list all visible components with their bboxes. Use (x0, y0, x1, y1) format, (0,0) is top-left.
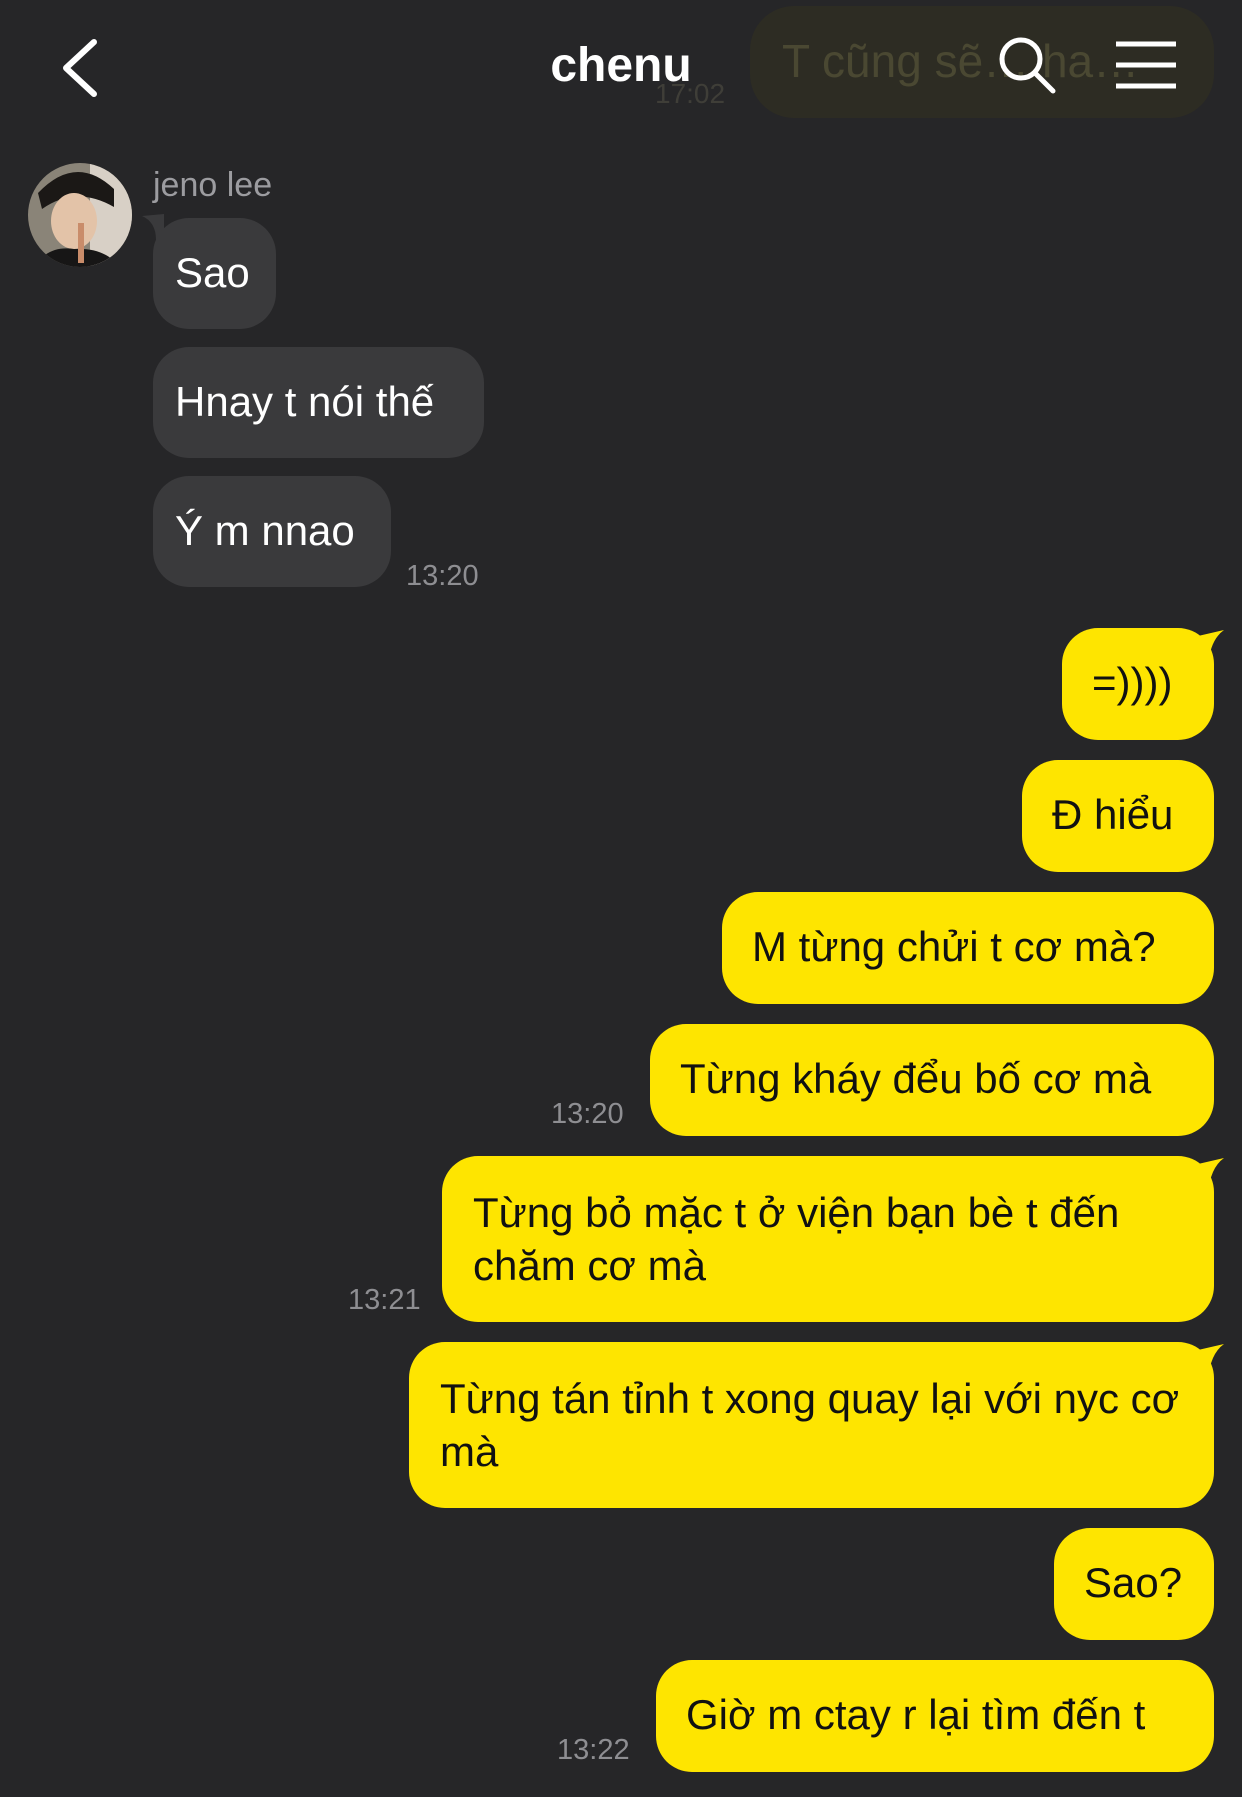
message-bubble-outgoing[interactable]: Giờ m ctay r lại tìm đến t (656, 1660, 1214, 1772)
message-bubble-outgoing[interactable]: Từng bỏ mặc t ở viện bạn bè t đến chăm c… (442, 1156, 1214, 1322)
message-bubble-outgoing[interactable]: Từng tán tỉnh t xong quay lại với nyc cơ… (409, 1342, 1214, 1508)
message-text: Từng tán tỉnh t xong quay lại với nyc cơ… (440, 1375, 1180, 1475)
message-text: Ý m nnao (175, 507, 355, 554)
message-bubble-outgoing[interactable]: Từng kháy đểu bố cơ mà (650, 1024, 1214, 1136)
message-text: Giờ m ctay r lại tìm đến t (686, 1691, 1146, 1738)
message-text: Sao (175, 249, 250, 296)
message-bubble-outgoing[interactable]: Đ hiểu (1022, 760, 1214, 872)
message-text: =)))) (1092, 659, 1173, 706)
message-timestamp: 13:21 (348, 1284, 421, 1316)
message-text: Sao? (1084, 1559, 1183, 1606)
message-bubble-incoming[interactable]: Sao (153, 218, 276, 329)
sender-name: jeno lee (153, 166, 273, 204)
message-bubble-outgoing[interactable]: Sao? (1054, 1528, 1214, 1640)
message-bubble-incoming[interactable]: Hnay t nói thế (153, 347, 484, 458)
message-bubble-outgoing[interactable]: =)))) (1062, 628, 1214, 740)
message-bubble-incoming[interactable]: Ý m nnao (153, 476, 391, 587)
avatar[interactable] (28, 163, 132, 267)
message-timestamp: 13:20 (551, 1098, 624, 1130)
message-timestamp: 13:20 (406, 560, 479, 592)
message-text: Đ hiểu (1052, 791, 1174, 838)
message-bubble-outgoing[interactable]: M từng chửi t cơ mà? (722, 892, 1214, 1004)
message-text: M từng chửi t cơ mà? (752, 923, 1156, 970)
message-text: Từng kháy đểu bố cơ mà (680, 1055, 1152, 1102)
message-timestamp: 13:22 (557, 1734, 630, 1766)
message-text: Từng bỏ mặc t ở viện bạn bè t đến chăm c… (473, 1189, 1120, 1289)
hamburger-menu-icon[interactable] (1114, 40, 1178, 90)
search-icon[interactable] (996, 34, 1058, 96)
message-text: Hnay t nói thế (175, 378, 435, 425)
